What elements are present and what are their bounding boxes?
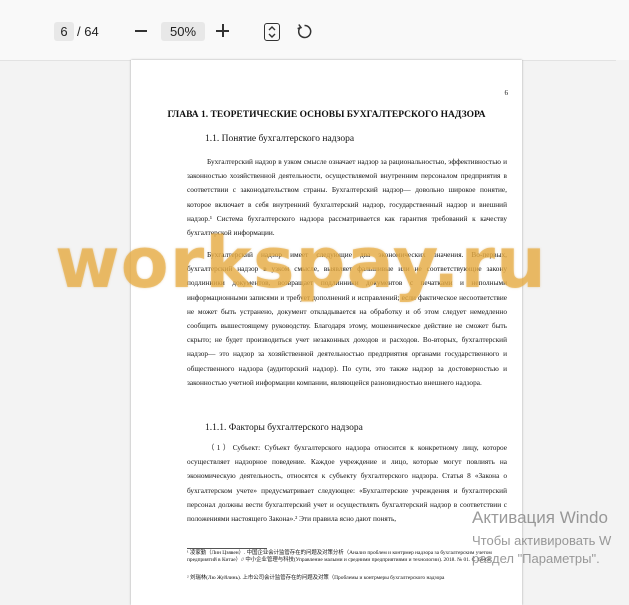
pdf-toolbar: 6 / 64 50% xyxy=(0,0,629,61)
paragraph-1: Бухгалтерский надзор в узком смысле озна… xyxy=(187,157,507,238)
scrollbar-track[interactable] xyxy=(616,60,629,605)
chapter-title: ГЛАВА 1. ТЕОРЕТИЧЕСКИЕ ОСНОВЫ БУХГАЛТЕРС… xyxy=(167,110,486,120)
document-page: 6 ГЛАВА 1. ТЕОРЕТИЧЕСКИЕ ОСНОВЫ БУХГАЛТЕ… xyxy=(131,60,522,605)
paragraph-2: Бухгалтерский надзор имеет следующие два… xyxy=(187,250,507,387)
zoom-level-input[interactable]: 50% xyxy=(161,22,205,41)
current-page-input[interactable]: 6 xyxy=(54,22,74,41)
footnote-separator xyxy=(187,548,267,549)
paragraph-3: （1）Субъект: Субъект бухгалтерского надзо… xyxy=(187,443,507,524)
page-number: 6 xyxy=(504,89,509,97)
rotate-icon[interactable] xyxy=(296,23,313,40)
zoom-out-icon[interactable] xyxy=(132,21,150,41)
total-pages-label: / 64 xyxy=(77,24,99,39)
footnote-1: ¹ 凌家勤（Лин Цзявен）. 中国企业会计监管存在的问题及对策分析（Ан… xyxy=(187,550,492,564)
zoom-in-icon[interactable] xyxy=(213,21,233,41)
section-title: 1.1. Понятие бухгалтерского надзора xyxy=(205,134,355,144)
subsection-title: 1.1.1. Факторы бухгалтерского надзора xyxy=(205,423,363,433)
footnote-2: ² 刘瑞林(Лю Жуйлинь). 上市公司会计监管存在的问题及对策（Проб… xyxy=(187,575,445,581)
fit-page-icon[interactable] xyxy=(264,23,280,41)
